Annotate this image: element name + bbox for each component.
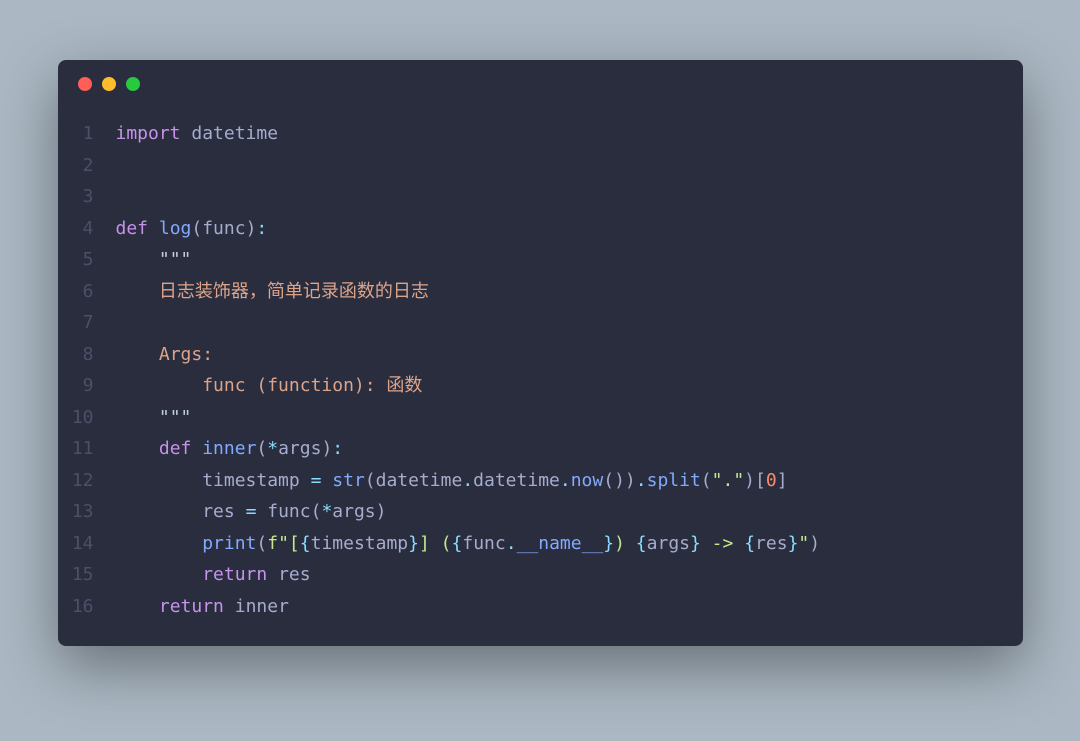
- code-line: def inner(*args):: [116, 433, 1003, 465]
- code-line: """: [116, 402, 1003, 434]
- line-number: 1: [72, 118, 94, 150]
- code-line: def log(func):: [116, 213, 1003, 245]
- line-number: 16: [72, 591, 94, 623]
- line-number: 12: [72, 465, 94, 497]
- code-editor[interactable]: 12345678910111213141516 import datetime …: [58, 108, 1023, 646]
- line-number: 2: [72, 150, 94, 182]
- code-line: res = func(*args): [116, 496, 1003, 528]
- close-icon[interactable]: [78, 77, 92, 91]
- window-titlebar: [58, 60, 1023, 108]
- line-number: 9: [72, 370, 94, 402]
- line-number: 3: [72, 181, 94, 213]
- line-number: 6: [72, 276, 94, 308]
- code-content[interactable]: import datetime def log(func): """ 日志装饰器…: [116, 118, 1003, 622]
- code-line: [116, 181, 1003, 213]
- line-number: 8: [72, 339, 94, 371]
- code-line: return res: [116, 559, 1003, 591]
- code-line: [116, 150, 1003, 182]
- code-line: print(f"[{timestamp}] ({func.__name__}) …: [116, 528, 1003, 560]
- code-line: return inner: [116, 591, 1003, 623]
- code-line: Args:: [116, 339, 1003, 371]
- minimize-icon[interactable]: [102, 77, 116, 91]
- code-line: """: [116, 244, 1003, 276]
- line-number: 11: [72, 433, 94, 465]
- line-number: 4: [72, 213, 94, 245]
- code-window: 12345678910111213141516 import datetime …: [58, 60, 1023, 646]
- line-number: 15: [72, 559, 94, 591]
- line-number: 13: [72, 496, 94, 528]
- code-line: 日志装饰器，简单记录函数的日志: [116, 276, 1003, 308]
- code-line: func (function): 函数: [116, 370, 1003, 402]
- line-number: 10: [72, 402, 94, 434]
- maximize-icon[interactable]: [126, 77, 140, 91]
- code-line: timestamp = str(datetime.datetime.now())…: [116, 465, 1003, 497]
- line-number: 7: [72, 307, 94, 339]
- code-line: import datetime: [116, 118, 1003, 150]
- code-line: [116, 307, 1003, 339]
- line-number-gutter: 12345678910111213141516: [72, 118, 116, 622]
- line-number: 5: [72, 244, 94, 276]
- line-number: 14: [72, 528, 94, 560]
